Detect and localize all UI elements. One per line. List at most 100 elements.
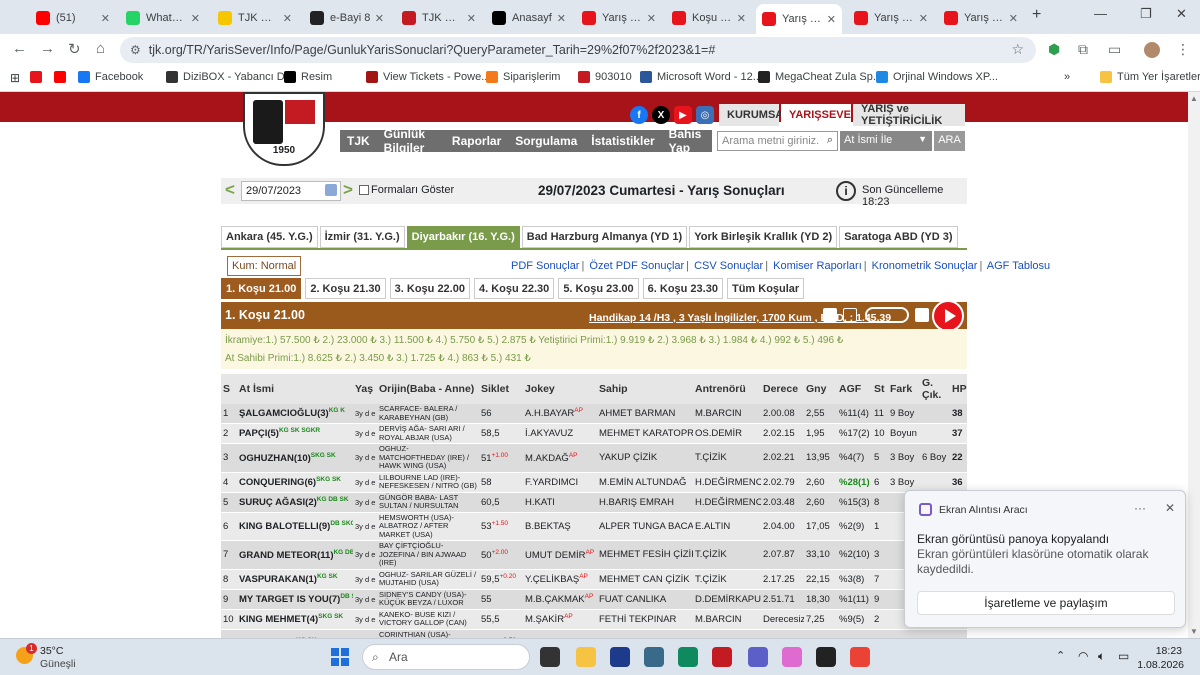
bookmark-item[interactable]: Facebook bbox=[78, 71, 143, 83]
close-tab-icon[interactable]: ✕ bbox=[1009, 12, 1018, 25]
cell-origin[interactable]: SIDNEY'S CANDY (USA)- KÜÇÜK BEYZA / LUXO… bbox=[377, 589, 479, 610]
cell-origin[interactable]: CORINTHIAN (USA)- KOKOŞ / EKINOKS GULCH … bbox=[377, 629, 479, 638]
link-pdf-results[interactable]: PDF Sonuçlar bbox=[511, 260, 579, 272]
bookmark-item[interactable]: MegaCheat Zula Sp... bbox=[758, 71, 882, 83]
bookmark-item[interactable]: 903010 bbox=[578, 71, 632, 83]
clock-time[interactable]: 18:23 bbox=[1142, 645, 1182, 657]
cell-horse-name[interactable]: SURUÇ AĞASI(2)KG DB SK bbox=[237, 492, 353, 513]
weather-condition[interactable]: Güneşli bbox=[40, 658, 76, 670]
browser-tab[interactable]: Anasayf ✕ bbox=[486, 5, 572, 31]
nav-istatistikler[interactable]: İstatistikler bbox=[591, 134, 654, 148]
sidebar-icon[interactable]: ▭ bbox=[1108, 41, 1121, 58]
nav-yaris-ve-yetistiricilik[interactable]: YARIŞ ve YETİŞTİRİCİLİK bbox=[853, 103, 965, 127]
column-header[interactable]: AGF bbox=[837, 374, 872, 404]
cell-trainer[interactable]: D.DEMİRKAPU bbox=[693, 589, 761, 610]
info-icon[interactable]: i bbox=[836, 181, 856, 201]
column-header[interactable]: Gny bbox=[804, 374, 837, 404]
next-day-arrow-icon[interactable]: > bbox=[343, 180, 353, 200]
scroll-down-icon[interactable]: ▼ bbox=[1190, 627, 1198, 636]
site-settings-icon[interactable]: ⚙ bbox=[130, 43, 141, 57]
cell-trainer[interactable]: H.DEĞİRMENCİ bbox=[693, 472, 761, 493]
jockey-name[interactable]: F.YARDIMCI bbox=[525, 477, 578, 488]
youtube-icon[interactable]: ▶ bbox=[674, 106, 692, 124]
jockey-name[interactable]: İ.AKYAVUZ bbox=[525, 429, 573, 440]
browser-tab[interactable]: Yarış So ✕ bbox=[848, 5, 934, 31]
tray-chevron-icon[interactable]: ⌃ bbox=[1056, 649, 1065, 662]
link-csv-results[interactable]: CSV Sonuçlar bbox=[694, 260, 763, 272]
cell-jockey[interactable]: İ.AKYAVUZ bbox=[523, 423, 597, 444]
tab-city-bad-harzburg[interactable]: Bad Harzburg Almanya (YD 1) bbox=[521, 226, 688, 248]
cell-jockey[interactable]: F.YARDIMCI bbox=[523, 472, 597, 493]
show-silks-checkbox[interactable] bbox=[359, 185, 369, 195]
cell-horse-name[interactable]: VASPURAKAN(1)KG SK bbox=[237, 569, 353, 590]
cell-jockey[interactable]: H.KATI bbox=[523, 492, 597, 513]
taskbar-app-icon[interactable] bbox=[540, 647, 560, 667]
home-icon[interactable]: ⌂ bbox=[96, 40, 105, 57]
cell-jockey[interactable]: M.B.ÇAKMAKAP bbox=[523, 589, 597, 610]
cell-owner[interactable]: HALİT DAĞTEKİN bbox=[597, 629, 693, 638]
column-header[interactable]: Antrenörü bbox=[693, 374, 761, 404]
race-card-icon[interactable] bbox=[823, 308, 837, 322]
minimize-icon[interactable]: — bbox=[1094, 6, 1107, 21]
tab-city-saratoga[interactable]: Saratoga ABD (YD 3) bbox=[839, 226, 958, 248]
cell-trainer[interactable]: T.ÇİZİK bbox=[693, 540, 761, 570]
taskbar-app-icon[interactable] bbox=[576, 647, 596, 667]
close-tab-icon[interactable]: ✕ bbox=[737, 12, 746, 25]
link-agf-table[interactable]: AGF Tablosu bbox=[987, 260, 1050, 272]
nav-kurumsal[interactable]: KURUMSAL bbox=[719, 104, 790, 126]
cell-jockey[interactable]: UMUT DEMİRAP bbox=[523, 540, 597, 570]
cell-trainer[interactable]: E.ALTIN bbox=[693, 512, 761, 541]
column-header[interactable]: Derece bbox=[761, 374, 804, 404]
maximize-icon[interactable]: ❐ bbox=[1140, 6, 1152, 22]
horse-name[interactable]: PAPÇI(5) bbox=[239, 429, 279, 440]
site-search-input[interactable]: Arama metni giriniz. ⌕ bbox=[717, 131, 838, 151]
nav-tjk[interactable]: TJK bbox=[347, 134, 370, 148]
cell-trainer[interactable]: T.ÇİZİK bbox=[693, 443, 761, 473]
reload-icon[interactable]: ↻ bbox=[68, 40, 81, 58]
jockey-name[interactable]: M.B.ÇAKMAK bbox=[525, 594, 585, 605]
browser-tab[interactable]: Yarış So ✕ bbox=[756, 4, 842, 34]
horse-name[interactable]: VASPURAKAN(1) bbox=[239, 574, 317, 585]
cell-horse-name[interactable]: ŞALGAMCIOĞLU(3)KG K bbox=[237, 404, 353, 424]
cell-horse-name[interactable]: KING MEHMET(4)SKG SK bbox=[237, 609, 353, 630]
cell-trainer[interactable]: MEH.ASLAN bbox=[693, 629, 761, 638]
cell-jockey[interactable]: A.H.BAYARAP bbox=[523, 404, 597, 424]
taskbar-app-icon[interactable] bbox=[850, 647, 870, 667]
cell-owner[interactable]: MEHMET FESİH ÇİZİK bbox=[597, 540, 693, 570]
video-toggle[interactable] bbox=[865, 307, 909, 323]
cell-jockey[interactable]: İ.KATAR bbox=[523, 629, 597, 638]
horse-name[interactable]: SURUÇ AĞASI(2) bbox=[239, 497, 317, 508]
cell-jockey[interactable]: M.ŞAKİRAP bbox=[523, 609, 597, 630]
taskbar-app-icon[interactable] bbox=[678, 647, 698, 667]
previous-day-arrow-icon[interactable]: < bbox=[225, 180, 235, 200]
horse-name[interactable]: KING BALOTELLI(9) bbox=[239, 521, 330, 532]
print-icon[interactable] bbox=[915, 308, 929, 322]
profile-avatar[interactable] bbox=[1144, 42, 1160, 58]
horse-name[interactable]: CONQUERING(6) bbox=[239, 477, 316, 488]
search-type-select[interactable]: At İsmi İle ▼ bbox=[840, 131, 932, 151]
close-tab-icon[interactable]: ✕ bbox=[191, 12, 200, 25]
tab-city-izmir[interactable]: İzmir (31. Y.G.) bbox=[319, 226, 405, 248]
close-tab-icon[interactable]: ✕ bbox=[101, 12, 110, 25]
clock-date[interactable]: 1.08.2026 bbox=[1132, 659, 1184, 671]
forward-arrow-icon[interactable]: → bbox=[40, 40, 55, 57]
column-header[interactable]: Sahip bbox=[597, 374, 693, 404]
column-header[interactable]: HP bbox=[950, 374, 967, 404]
close-tab-icon[interactable]: ✕ bbox=[467, 12, 476, 25]
link-summary-pdf[interactable]: Özet PDF Sonuçlar bbox=[589, 260, 684, 272]
search-button[interactable]: ARA bbox=[934, 131, 965, 151]
tab-race-4[interactable]: 4. Koşu 22.30 bbox=[473, 278, 555, 299]
horse-name[interactable]: GRAND METEOR(11) bbox=[239, 550, 333, 561]
volume-icon[interactable]: 🔈︎ bbox=[1098, 649, 1105, 664]
nav-bahis-yap[interactable]: Bahis Yap bbox=[669, 127, 705, 155]
tab-race-3[interactable]: 3. Koşu 22.00 bbox=[389, 278, 470, 299]
extensions-puzzle-icon[interactable]: ⧉ bbox=[1078, 41, 1088, 58]
snipping-tool-notification[interactable]: Ekran Alıntısı Aracı ··· ✕ Ekran görüntü… bbox=[904, 490, 1186, 628]
jockey-name[interactable]: M.AKDAĞ bbox=[525, 453, 569, 464]
cell-trainer[interactable]: M.BARCIN bbox=[693, 609, 761, 630]
cell-origin[interactable]: DERVİŞ AĞA- SARI ARI / ROYAL ABJAR (USA) bbox=[377, 423, 479, 444]
close-tab-icon[interactable]: ✕ bbox=[557, 12, 566, 25]
scroll-up-icon[interactable]: ▲ bbox=[1190, 94, 1198, 103]
browser-tab[interactable]: (51) ✕ bbox=[30, 5, 116, 31]
column-header[interactable]: Orijin(Baba - Anne) bbox=[377, 374, 479, 404]
